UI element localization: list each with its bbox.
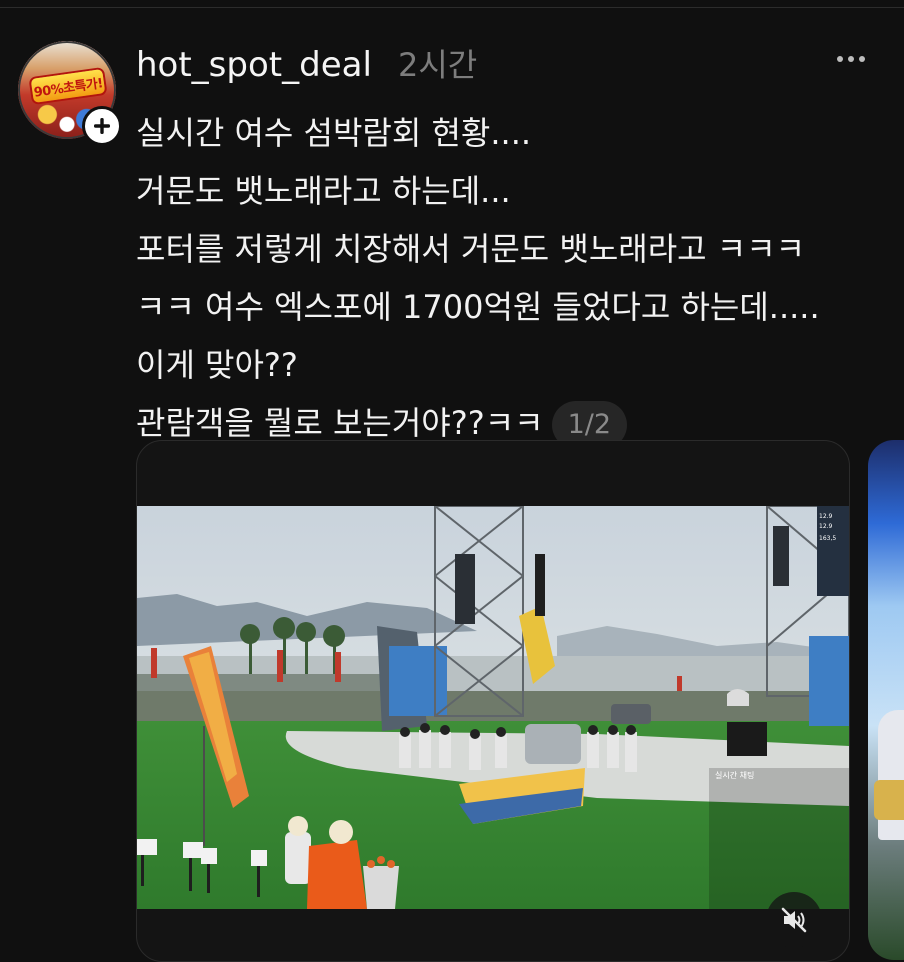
svg-text:12.9: 12.9 bbox=[819, 513, 833, 520]
muted-speaker-icon bbox=[781, 907, 807, 933]
more-options-button[interactable] bbox=[828, 44, 874, 74]
next-media-card[interactable] bbox=[868, 440, 904, 960]
media-card[interactable]: 12.9 12.9 163,5 실시간 채팅 bbox=[136, 440, 850, 962]
more-horizontal-icon bbox=[837, 56, 843, 62]
post-time: 2시간 bbox=[398, 46, 478, 84]
next-media-figure bbox=[878, 710, 904, 840]
svg-text:12.9: 12.9 bbox=[819, 523, 833, 530]
post-text-line: 이게 맞아?? bbox=[136, 346, 298, 384]
post-text-line: 포터를 저렇게 치장해서 거문도 뱃노래라고 ㅋㅋㅋ bbox=[136, 230, 806, 268]
svg-text:163,5: 163,5 bbox=[819, 535, 836, 542]
video-frame[interactable]: 12.9 12.9 163,5 실시간 채팅 bbox=[137, 506, 849, 909]
plus-icon bbox=[94, 118, 110, 134]
svg-text:실시간 채팅: 실시간 채팅 bbox=[715, 770, 754, 780]
post-text-line: ㅋㅋ 여수 엑스포에 1700억원 들었다고 하는데..... bbox=[136, 288, 820, 326]
post-text-line: 거문도 뱃노래라고 하는데... bbox=[136, 172, 511, 210]
mute-button[interactable] bbox=[766, 892, 822, 948]
follow-button[interactable] bbox=[82, 106, 122, 146]
festival-video-image: 12.9 12.9 163,5 실시간 채팅 bbox=[137, 506, 849, 909]
top-divider bbox=[0, 0, 904, 8]
post-text-line: 실시간 여수 섬박람회 현황.... bbox=[136, 114, 532, 152]
username[interactable]: hot_spot_deal bbox=[136, 44, 372, 86]
post-text: 실시간 여수 섬박람회 현황.... 거문도 뱃노래라고 하는데... 포터를 … bbox=[136, 104, 876, 452]
